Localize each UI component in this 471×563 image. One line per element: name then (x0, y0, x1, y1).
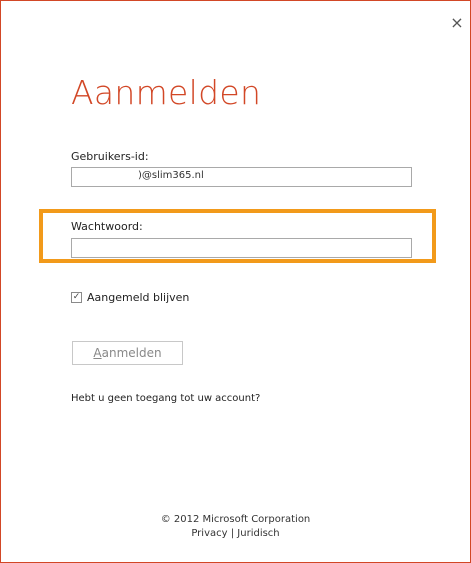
signin-button-label: anmelden (101, 346, 162, 360)
checkmark-icon[interactable]: ✓ (71, 291, 82, 303)
userid-field[interactable]: )@slim365.nl (71, 167, 412, 187)
password-field[interactable] (71, 238, 412, 258)
userid-label: Gebruikers-id: (71, 150, 149, 163)
stay-signed-in-label: Aangemeld blijven (87, 290, 190, 304)
signin-button[interactable]: Aanmelden (72, 341, 183, 365)
copyright-text: © 2012 Microsoft Corporation (160, 514, 311, 525)
no-access-link[interactable]: Hebt u geen toegang tot uw account? (71, 393, 260, 404)
footer-links: Privacy | Juridisch (1, 527, 470, 541)
footer-separator: | (230, 528, 235, 539)
page-title: Aanmelden (71, 73, 262, 112)
userid-value: )@slim365.nl (138, 170, 204, 181)
stay-signed-in-checkbox[interactable]: ✓ Aangemeld blijven (71, 290, 189, 304)
close-icon[interactable]: × (450, 15, 464, 31)
legal-link[interactable]: Juridisch (237, 528, 279, 539)
password-label: Wachtwoord: (71, 220, 143, 233)
signin-dialog: × Aanmelden Gebruikers-id: )@slim365.nl … (0, 0, 471, 563)
signin-button-accesskey: A (93, 346, 102, 360)
footer: © 2012 Microsoft Corporation Privacy | J… (1, 513, 470, 541)
privacy-link[interactable]: Privacy (191, 528, 227, 539)
